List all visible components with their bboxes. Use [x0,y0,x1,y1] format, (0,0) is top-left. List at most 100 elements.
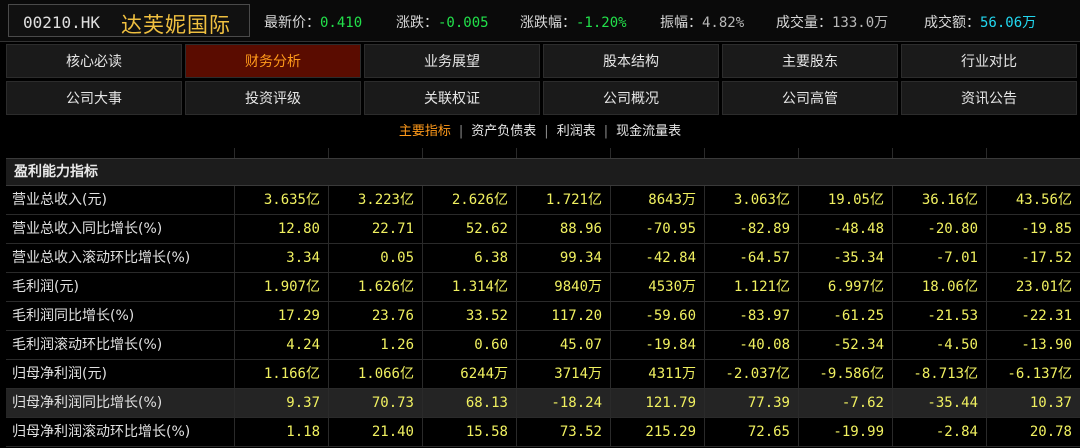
table-cell: 20.78 [986,418,1080,446]
row-label: 营业总收入(元) [12,192,107,208]
table-cell: -18.24 [516,389,610,417]
tab-executives[interactable]: 公司高管 [722,81,898,115]
table-cell: -59.60 [610,302,704,330]
quote-volume: 成交量：133.0万 [776,15,889,31]
table-cell: 22.71 [328,215,422,243]
table-cell: 23.01亿 [986,273,1080,301]
table-cell: 36.16亿 [892,186,986,214]
table-cell: -35.44 [892,389,986,417]
tab-investment-rating[interactable]: 投资评级 [185,81,361,115]
table-cell: -6.137亿 [986,360,1080,388]
column-divider [422,148,423,158]
table-header-strip [6,148,1080,158]
tab-business-outlook[interactable]: 业务展望 [364,44,540,78]
table-cell: 6244万 [422,360,516,388]
table-row[interactable]: 归母净利润滚动环比增长(%) 1.18 21.40 15.58 73.52 215.29 7… [6,418,1080,447]
table-cell: 6.997亿 [798,273,892,301]
subnav-cash-flow[interactable]: 现金流量表 [616,120,681,139]
table-cell: -17.52 [986,244,1080,272]
stock-name: 达芙妮国际 [121,13,231,37]
table-cell: 4.24 [234,331,328,359]
table-cell: 21.40 [328,418,422,446]
table-row[interactable]: 归母净利润(元) 1.166亿 1.066亿 6244万 3714万 4311万 -2.03… [6,360,1080,389]
table-cell: -35.34 [798,244,892,272]
quote-amplitude: 振幅：4.82% [660,15,745,31]
quote-turnover: 成交额：56.06万 [924,15,1037,31]
table-cell: 0.05 [328,244,422,272]
table-cell: -83.97 [704,302,798,330]
table-cell: 68.13 [422,389,516,417]
table-cell: 19.05亿 [798,186,892,214]
subnav-divider: | [603,124,609,139]
table-cell: 1.721亿 [516,186,610,214]
table-cell: -21.53 [892,302,986,330]
column-divider [892,148,893,158]
table-row[interactable]: 毛利润(元) 1.907亿 1.626亿 1.314亿 9840万 4530万 1.121亿… [6,273,1080,302]
table-cell: -7.01 [892,244,986,272]
column-divider [234,148,235,158]
table-row[interactable]: 营业总收入同比增长(%) 12.80 22.71 52.62 88.96 -70.95 -8… [6,215,1080,244]
table-cell: -40.08 [704,331,798,359]
table-cell: -8.713亿 [892,360,986,388]
table-cell: -42.84 [610,244,704,272]
table-row[interactable]: 营业总收入滚动环比增长(%) 3.34 0.05 6.38 99.34 -42.84 -64… [6,244,1080,273]
table-cell: -19.84 [610,331,704,359]
table-cell: 43.56亿 [986,186,1080,214]
table-cell: 2.626亿 [422,186,516,214]
tab-related-warrants[interactable]: 关联权证 [364,81,540,115]
table-cell: 9.37 [234,389,328,417]
row-label: 营业总收入滚动环比增长(%) [12,250,191,266]
row-label: 毛利润(元) [12,279,79,295]
column-divider [798,148,799,158]
table-cell: 99.34 [516,244,610,272]
table-row[interactable]: 营业总收入(元) 3.635亿 3.223亿 2.626亿 1.721亿 8643万 3.0… [6,186,1080,215]
stock-code: 00210.HK [23,13,101,32]
table-row[interactable]: 毛利润滚动环比增长(%) 4.24 1.26 0.60 45.07 -19.84 -40.0… [6,331,1080,360]
table-cell: 15.58 [422,418,516,446]
column-divider [986,148,987,158]
tab-company-events[interactable]: 公司大事 [6,81,182,115]
table-cell: 18.06亿 [892,273,986,301]
quote-change-percent: 涨跌幅：-1.20% [520,15,627,31]
table-row[interactable]: 毛利润同比增长(%) 17.29 23.76 33.52 117.20 -59.60 -83… [6,302,1080,331]
table-cell: 0.60 [422,331,516,359]
row-label: 归母净利润滚动环比增长(%) [12,424,191,440]
table-cell: 77.39 [704,389,798,417]
stock-identity-box: 00210.HK 达芙妮国际 [8,4,250,37]
subnav-balance-sheet[interactable]: 资产负债表 [471,120,536,139]
tab-news-announcements[interactable]: 资讯公告 [901,81,1077,115]
table-cell: 23.76 [328,302,422,330]
table-cell: 88.96 [516,215,610,243]
table-cell: 9840万 [516,273,610,301]
tab-company-profile[interactable]: 公司概况 [543,81,719,115]
table-cell: 1.314亿 [422,273,516,301]
table-cell: 52.62 [422,215,516,243]
quote-header: 00210.HK 达芙妮国际 最新价：0.410 涨跌：-0.005 涨跌幅：-… [0,0,1080,42]
section-title-profitability: 盈利能力指标 [6,158,1080,186]
table-cell: 10.37 [986,389,1080,417]
table-cell: 3714万 [516,360,610,388]
table-row[interactable]: 归母净利润同比增长(%) 9.37 70.73 68.13 -18.24 121.79 77… [6,389,1080,418]
table-cell: 70.73 [328,389,422,417]
column-divider [516,148,517,158]
table-cell: -4.50 [892,331,986,359]
tab-share-structure[interactable]: 股本结构 [543,44,719,78]
subnav-income-statement[interactable]: 利润表 [557,120,596,139]
tab-industry-comparison[interactable]: 行业对比 [901,44,1077,78]
table-cell: 45.07 [516,331,610,359]
table-cell: 1.18 [234,418,328,446]
row-label: 毛利润滚动环比增长(%) [12,337,163,353]
table-cell: -64.57 [704,244,798,272]
tab-major-shareholders[interactable]: 主要股东 [722,44,898,78]
subnav-key-indicators[interactable]: 主要指标 [399,120,451,139]
column-divider [610,148,611,158]
table-cell: -2.84 [892,418,986,446]
table-cell: -52.34 [798,331,892,359]
table-cell: 1.26 [328,331,422,359]
row-label: 归母净利润同比增长(%) [12,395,163,411]
tab-core-reading[interactable]: 核心必读 [6,44,182,78]
table-cell: 33.52 [422,302,516,330]
column-divider [328,148,329,158]
table-cell: 215.29 [610,418,704,446]
tab-financial-analysis[interactable]: 财务分析 [185,44,361,78]
